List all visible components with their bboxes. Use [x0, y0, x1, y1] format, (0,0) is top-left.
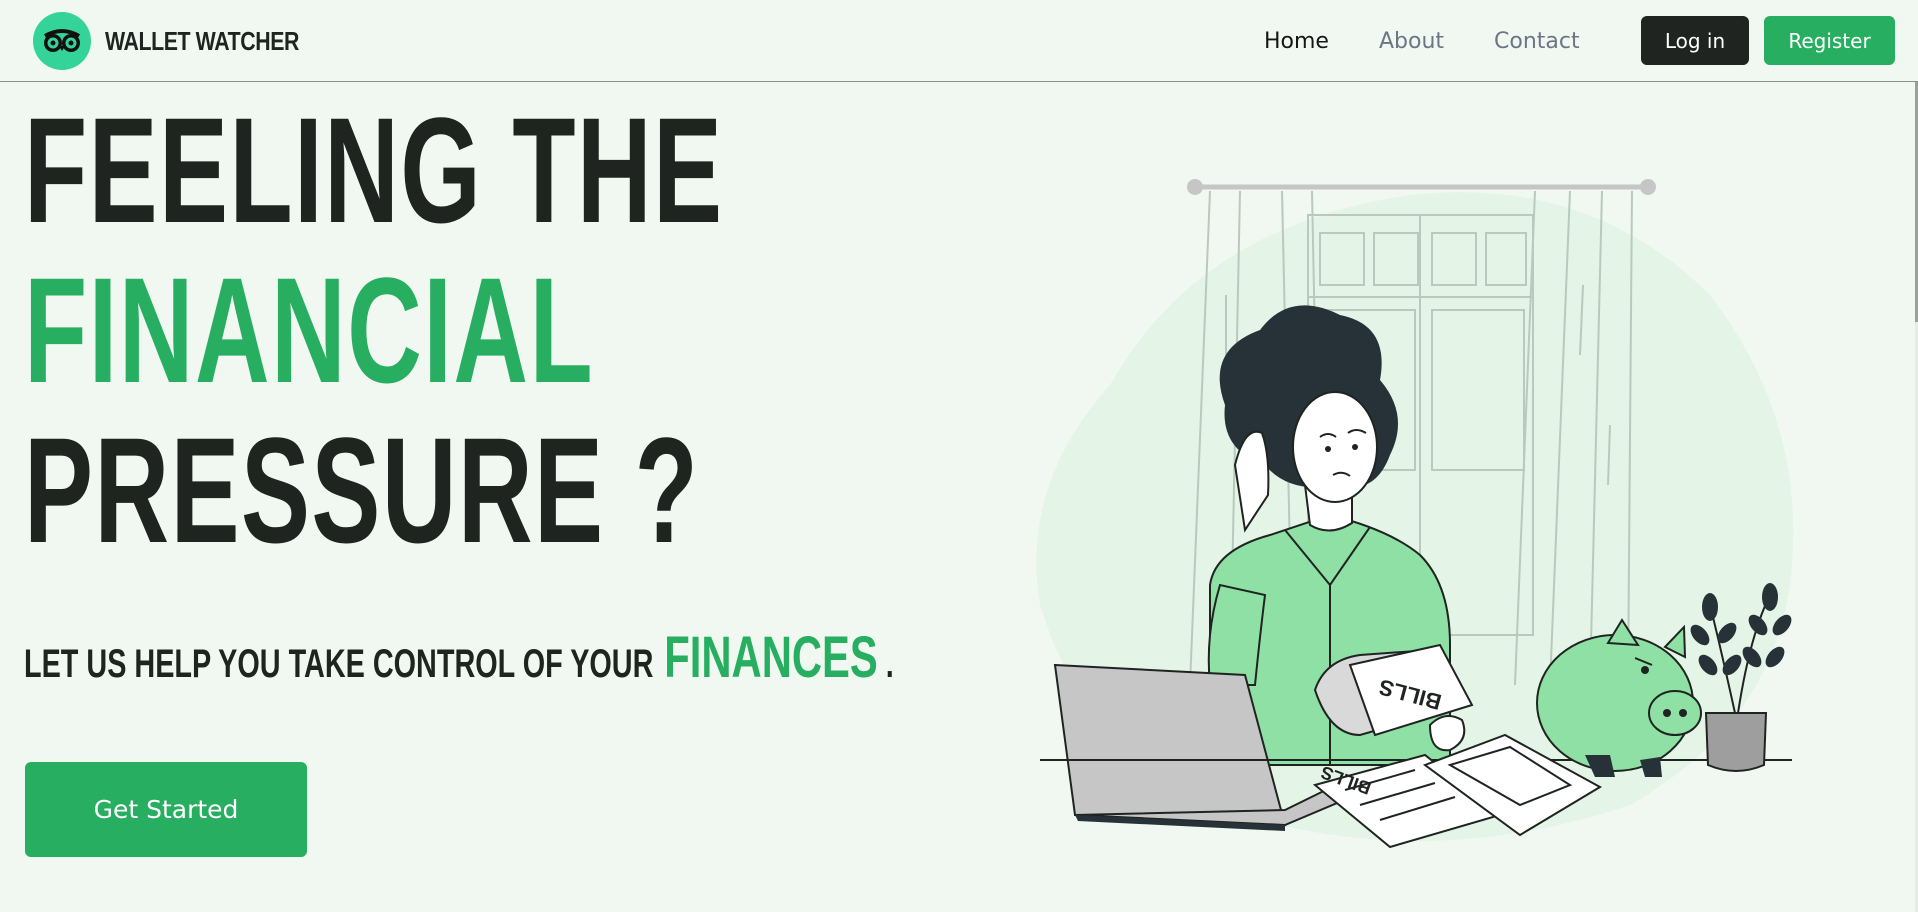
- nav-link-home[interactable]: Home: [1264, 22, 1329, 62]
- face: [1292, 391, 1378, 503]
- register-button[interactable]: Register: [1764, 16, 1895, 65]
- hero-headline: FEELING THE FINANCIAL PRESSURE ?: [24, 90, 723, 570]
- subtitle-prefix: LET US HELP YOU TAKE CONTROL OF YOUR: [24, 642, 654, 686]
- nav-links: Home About Contact: [1264, 22, 1630, 62]
- headline-line-1: FEELING THE: [24, 86, 724, 254]
- get-started-button[interactable]: Get Started: [25, 762, 307, 857]
- hero-subtitle: LET US HELP YOU TAKE CONTROL OF YOUR FIN…: [24, 624, 894, 691]
- curtain-rod: [1187, 179, 1656, 195]
- subtitle-suffix: .: [885, 642, 894, 686]
- subtitle-accent: FINANCES: [664, 625, 878, 690]
- stressed-woman-bills-illustration: BILLS BILLS: [1036, 179, 1794, 849]
- headline-line-3: PRESSURE ?: [24, 406, 700, 574]
- brand-name: WALLET WATCHER: [105, 25, 300, 56]
- nav-link-about[interactable]: About: [1379, 22, 1444, 62]
- owl-icon: [33, 12, 91, 70]
- login-button[interactable]: Log in: [1641, 16, 1749, 65]
- raised-arm: [1207, 583, 1267, 686]
- brand[interactable]: WALLET WATCHER: [33, 12, 342, 70]
- headline-line-2: FINANCIAL: [24, 246, 595, 414]
- top-navbar: WALLET WATCHER Home About Contact Log in…: [0, 0, 1918, 82]
- nav-link-contact[interactable]: Contact: [1494, 22, 1580, 62]
